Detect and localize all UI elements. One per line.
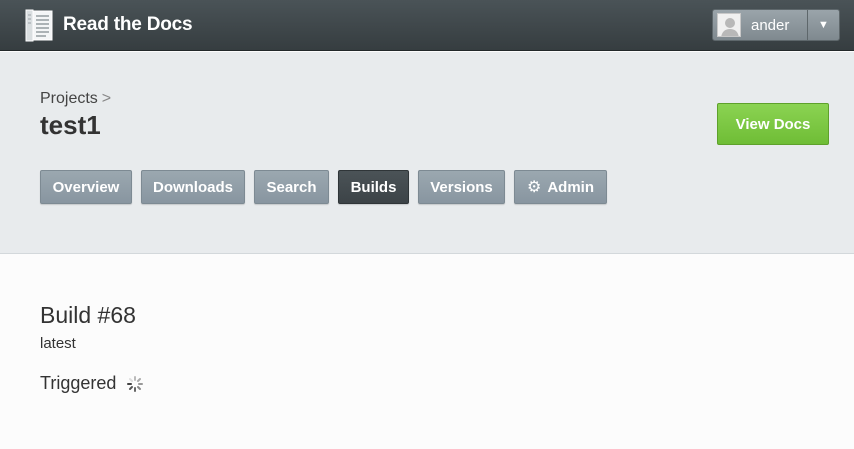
caret-down-icon[interactable]: ▼ bbox=[808, 10, 839, 40]
tab-overview[interactable]: Overview bbox=[40, 170, 132, 204]
project-header: Projects > test1 View Docs Overview Downl… bbox=[0, 52, 854, 254]
tab-search[interactable]: Search bbox=[254, 170, 329, 204]
build-version: latest bbox=[40, 335, 76, 352]
tab-label: Admin bbox=[547, 178, 594, 196]
tab-admin[interactable]: ⚙ Admin bbox=[514, 170, 607, 204]
user-silhouette-icon bbox=[718, 14, 740, 36]
build-title: Build #68 bbox=[40, 302, 136, 328]
breadcrumb-separator: > bbox=[101, 90, 112, 107]
breadcrumb: Projects > bbox=[40, 90, 111, 108]
breadcrumb-projects-link[interactable]: Projects bbox=[40, 90, 98, 107]
view-docs-button[interactable]: View Docs bbox=[717, 103, 829, 145]
book-logo-icon[interactable] bbox=[25, 9, 53, 42]
tab-label: Overview bbox=[52, 178, 120, 196]
username: ander bbox=[751, 17, 790, 34]
tab-label: Search bbox=[266, 178, 317, 196]
brand-name[interactable]: Read the Docs bbox=[63, 14, 193, 36]
avatar bbox=[717, 13, 741, 37]
tab-label: Builds bbox=[350, 178, 397, 196]
top-navbar: Read the Docs ander ▼ bbox=[0, 0, 854, 51]
build-status: Triggered bbox=[40, 373, 117, 393]
tab-label: Downloads bbox=[152, 178, 233, 196]
tab-label: Versions bbox=[430, 178, 493, 196]
tab-downloads[interactable]: Downloads bbox=[141, 170, 245, 204]
user-menu[interactable]: ander ▼ bbox=[712, 9, 840, 41]
user-menu-button[interactable]: ander bbox=[713, 10, 808, 40]
tab-builds[interactable]: Builds bbox=[338, 170, 409, 204]
project-title: test1 bbox=[40, 110, 101, 140]
tab-versions[interactable]: Versions bbox=[418, 170, 505, 204]
loading-spinner-icon bbox=[127, 376, 143, 392]
gear-icon: ⚙ bbox=[526, 179, 542, 196]
